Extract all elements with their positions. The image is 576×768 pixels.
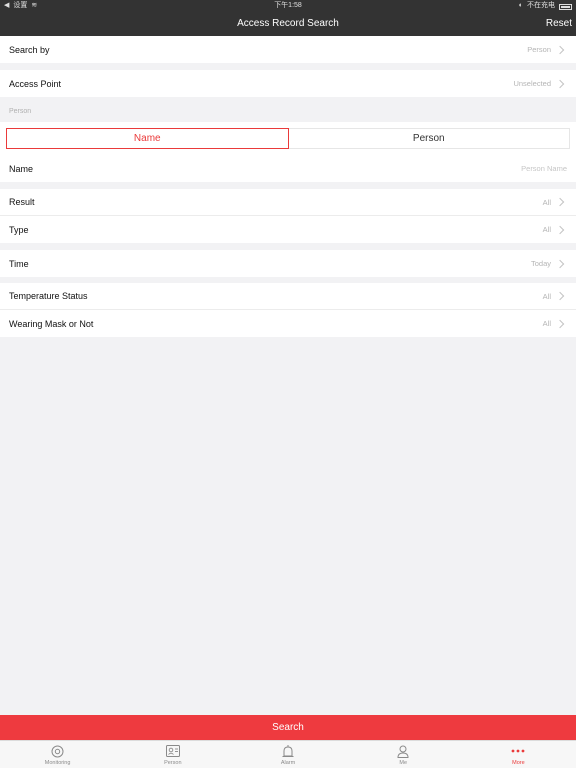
tab-bar: Monitoring Person Alarm Me More (0, 740, 576, 768)
navigation-bar: Access Record Search Reset (0, 11, 576, 36)
charging-label: 不在充电 (527, 2, 555, 9)
wearing-mask-row[interactable]: Wearing Mask or Not All (0, 310, 576, 337)
status-time: 下午1:58 (274, 2, 302, 9)
temperature-status-label: Temperature Status (9, 291, 88, 301)
segment-name[interactable]: Name (6, 128, 289, 149)
search-by-label: Search by (9, 44, 50, 55)
name-person-segmented-control: Name Person (6, 128, 570, 149)
chevron-right-icon (555, 319, 565, 328)
tab-monitoring[interactable]: Monitoring (0, 741, 115, 768)
reset-button[interactable]: Reset (546, 11, 572, 36)
alarm-icon (281, 744, 295, 758)
type-row[interactable]: Type All (0, 216, 576, 243)
tab-person-label: Person (164, 760, 182, 766)
segment-container: Name Person (0, 122, 576, 155)
user-icon (396, 744, 410, 758)
segment-person[interactable]: Person (289, 129, 570, 148)
type-label: Type (9, 224, 29, 235)
person-section-caption: Person (9, 108, 32, 115)
temperature-status-value: All (542, 291, 551, 301)
type-value: All (542, 225, 551, 234)
tab-more-label: More (512, 760, 525, 766)
tab-me[interactable]: Me (346, 741, 461, 768)
time-value: Today (530, 259, 551, 268)
access-point-label: Access Point (9, 78, 62, 89)
chevron-right-icon (555, 259, 565, 268)
status-bar: ◀ 设置 ≋ 下午1:58 ◐ 不在充电 (0, 0, 576, 11)
chevron-right-icon (555, 291, 565, 301)
person-card-icon (165, 744, 180, 758)
result-label: Result (9, 197, 35, 207)
search-by-value: Person (527, 45, 551, 54)
access-point-row[interactable]: Access Point Unselected (0, 70, 576, 97)
chevron-right-icon (555, 79, 565, 88)
tab-monitoring-label: Monitoring (44, 760, 71, 766)
wearing-mask-value: All (542, 319, 551, 328)
tab-person[interactable]: Person (115, 741, 230, 768)
temperature-status-row[interactable]: Temperature Status All (0, 283, 576, 310)
access-point-value: Unselected (513, 79, 551, 88)
wearing-mask-label: Wearing Mask or Not (9, 318, 94, 329)
tab-more[interactable]: More (461, 741, 576, 768)
more-icon (511, 744, 525, 758)
time-label: Time (9, 258, 29, 269)
person-name-input[interactable]: Person Name (521, 164, 567, 173)
tab-alarm-label: Alarm (280, 760, 296, 766)
result-value: All (542, 197, 551, 207)
status-right: ◐ 不在充电 (519, 0, 572, 11)
time-row[interactable]: Time Today (0, 250, 576, 277)
tab-me-label: Me (399, 760, 408, 766)
monitoring-icon (51, 744, 65, 758)
search-button[interactable]: Search (0, 715, 576, 740)
name-field-row[interactable]: Name Person Name (0, 155, 576, 182)
battery-icon (559, 3, 572, 10)
chevron-right-icon (555, 197, 565, 207)
tab-alarm[interactable]: Alarm (230, 741, 345, 768)
search-by-row[interactable]: Search by Person (0, 36, 576, 63)
result-row[interactable]: Result All (0, 189, 576, 216)
page-title: Access Record Search (237, 18, 339, 29)
chevron-right-icon (555, 225, 565, 234)
chevron-right-icon (555, 45, 565, 54)
name-field-label: Name (9, 163, 34, 174)
rotation-lock-icon: ◐ (518, 2, 523, 9)
